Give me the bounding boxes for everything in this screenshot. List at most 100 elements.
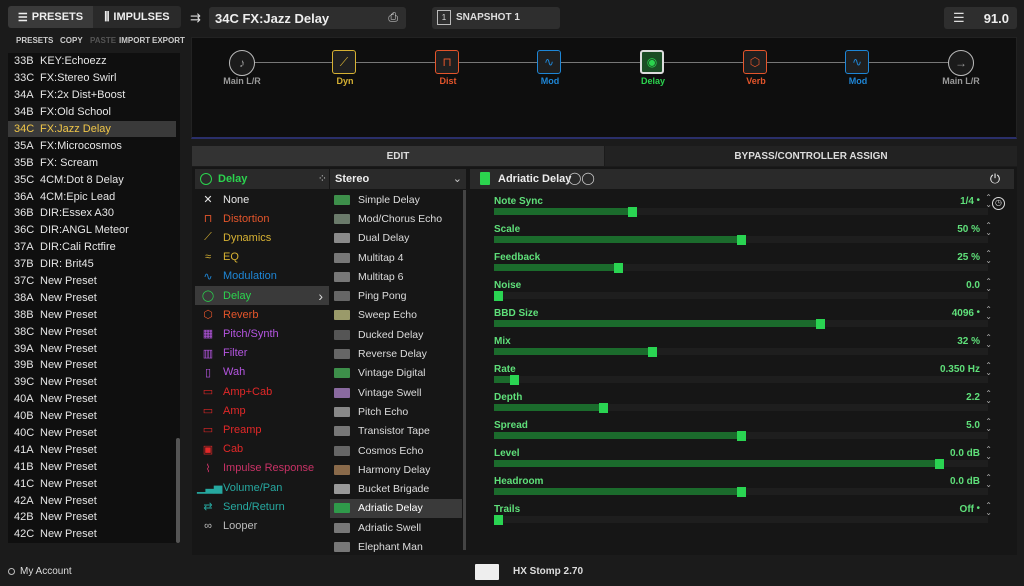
category-amp[interactable]: ▭ Amp [195, 401, 329, 420]
tab-presets[interactable]: ☰ PRESETS [8, 6, 93, 28]
preset-row[interactable]: 40B New Preset [8, 408, 176, 425]
category-eq[interactable]: ≈ EQ [195, 248, 329, 267]
category-preamp[interactable]: ▭ Preamp [195, 420, 329, 439]
slider-knob[interactable] [816, 318, 825, 329]
slider-knob[interactable] [628, 206, 637, 217]
model-item[interactable]: Multitap 6 [330, 267, 462, 286]
param-slider[interactable] [494, 346, 988, 357]
param-slider[interactable] [494, 290, 988, 301]
preset-row[interactable]: 38B New Preset [8, 306, 176, 323]
model-item[interactable]: Vintage Digital [330, 364, 462, 383]
tempo-box[interactable]: ☰ 91.0 [944, 7, 1017, 29]
stepper-icon[interactable]: ⌃ ⌄ [985, 474, 992, 489]
preset-row[interactable]: 34B FX:Old School [8, 104, 176, 121]
param-slider[interactable] [494, 430, 988, 441]
model-item[interactable]: Simple Delay [330, 190, 462, 209]
scroll-thumb[interactable] [176, 438, 180, 543]
model-item[interactable]: Adriatic Delay [330, 498, 462, 519]
preset-row[interactable]: 42A New Preset [8, 492, 176, 509]
copy-button[interactable]: COPY [60, 36, 83, 45]
stepper-icon[interactable]: ⌃ ⌄ [985, 222, 992, 237]
preset-row[interactable]: 33C FX:Stereo Swirl [8, 70, 176, 87]
stepper-icon[interactable]: ⌃ ⌄ [985, 390, 992, 405]
snapshot-selector[interactable]: 1 SNAPSHOT 1 [432, 7, 560, 29]
model-header[interactable]: Stereo ⌄ [330, 169, 466, 189]
preset-name-field[interactable]: 34C FX:Jazz Delay ⎙ [209, 7, 406, 29]
preset-row[interactable]: 37C New Preset [8, 273, 176, 290]
param-spread[interactable]: Spread 5.0 ⌃ ⌄ [494, 418, 992, 448]
slider-knob[interactable] [614, 262, 623, 273]
slider-knob[interactable] [935, 458, 944, 469]
preset-row[interactable]: 33B KEY:Echoezz [8, 53, 176, 70]
category-send-return[interactable]: ⇄ Send/Return [195, 497, 329, 516]
stepper-icon[interactable]: ⌃ ⌄ [985, 306, 992, 321]
param-slider[interactable] [494, 514, 988, 525]
param-scale[interactable]: Scale 50 % ⌃ ⌄ [494, 222, 992, 252]
preset-row[interactable]: 39B New Preset [8, 357, 176, 374]
tab-impulses[interactable]: ⫼ IMPULSES [93, 6, 181, 28]
chain-block-main-l-r[interactable]: ♪ [229, 50, 255, 76]
nav-arrow-icon[interactable]: ⇉ [190, 10, 201, 26]
model-item[interactable]: Cosmos Echo [330, 441, 462, 460]
slider-knob[interactable] [737, 234, 746, 245]
category-none[interactable]: ✕ None [195, 190, 329, 209]
param-slider[interactable] [494, 374, 988, 385]
tab-edit[interactable]: EDIT [192, 146, 604, 166]
preset-row[interactable]: 35C 4CM:Dot 8 Delay [8, 171, 176, 188]
model-item[interactable]: Adriatic Swell [330, 518, 462, 537]
param-slider[interactable] [494, 318, 988, 329]
param-feedback[interactable]: Feedback 25 % ⌃ ⌄ [494, 250, 992, 280]
category-pitch-synth[interactable]: ▦ Pitch/Synth [195, 324, 329, 343]
chain-block-verb[interactable]: ⬡ [743, 50, 767, 74]
chain-block-mod[interactable]: ∿ [537, 50, 561, 74]
param-slider[interactable] [494, 402, 988, 413]
preset-row[interactable]: 37A DIR:Cali Rctfire [8, 239, 176, 256]
param-level[interactable]: Level 0.0 dB ⌃ ⌄ [494, 446, 992, 476]
tab-bypass-controller[interactable]: BYPASS/CONTROLLER ASSIGN [605, 146, 1017, 166]
param-trails[interactable]: • Trails Off ⌃ ⌄ [494, 502, 992, 532]
param-noise[interactable]: Noise 0.0 ⌃ ⌄ [494, 278, 992, 308]
preset-row[interactable]: 40A New Preset [8, 391, 176, 408]
preset-row[interactable]: 38A New Preset [8, 289, 176, 306]
stepper-icon[interactable]: ⌃ ⌄ [985, 194, 992, 209]
param-headroom[interactable]: Headroom 0.0 dB ⌃ ⌄ [494, 474, 992, 504]
preset-row[interactable]: 35A FX:Microcosmos [8, 137, 176, 154]
chain-block-delay[interactable]: ◉ [640, 50, 664, 74]
param-slider[interactable] [494, 234, 988, 245]
model-item[interactable]: Dual Delay [330, 229, 462, 248]
slider-knob[interactable] [648, 346, 657, 357]
model-item[interactable]: Sweep Echo [330, 306, 462, 325]
menu-icon[interactable]: ☰ [953, 10, 965, 26]
chevron-down-icon[interactable]: ⌄ [453, 172, 462, 185]
import-button[interactable]: IMPORT [119, 36, 150, 45]
slider-knob[interactable] [494, 514, 503, 525]
my-account-link[interactable]: My Account [20, 566, 72, 577]
chain-block-main-l-r[interactable]: → [948, 50, 974, 76]
preset-row[interactable]: 34C FX:Jazz Delay [8, 120, 176, 138]
slider-knob[interactable] [599, 402, 608, 413]
grid-icon[interactable]: ⁘ [318, 172, 327, 185]
slider-knob[interactable] [737, 486, 746, 497]
model-item[interactable]: Reverse Delay [330, 344, 462, 363]
preset-row[interactable]: 35B FX: Scream [8, 154, 176, 171]
model-item[interactable]: Harmony Delay [330, 460, 462, 479]
preset-row[interactable]: 41A New Preset [8, 441, 176, 458]
category-reverb[interactable]: ⬡ Reverb [195, 305, 329, 324]
stereo-link-icon[interactable]: ◯◯ [568, 171, 595, 185]
category-dynamics[interactable]: ⟋ Dynamics [195, 228, 329, 247]
chain-block-mod[interactable]: ∿ [845, 50, 869, 74]
model-item[interactable]: Elephant Man [330, 537, 462, 556]
model-item[interactable]: Bucket Brigade [330, 480, 462, 499]
preset-row[interactable]: 41B New Preset [8, 458, 176, 475]
param-depth[interactable]: Depth 2.2 ⌃ ⌄ [494, 390, 992, 420]
slider-knob[interactable] [510, 374, 519, 385]
param-note-sync[interactable]: • Note Sync 1/4 ⌃ ⌄ [494, 194, 992, 224]
chain-block-dyn[interactable]: ⟋ [332, 50, 356, 74]
preset-row[interactable]: 36C DIR:ANGL Meteor [8, 222, 176, 239]
model-item[interactable]: Mod/Chorus Echo [330, 209, 462, 228]
stepper-icon[interactable]: ⌃ ⌄ [985, 502, 992, 517]
preset-scrollbar[interactable] [176, 53, 180, 543]
stepper-icon[interactable]: ⌃ ⌄ [985, 250, 992, 265]
stepper-icon[interactable]: ⌃ ⌄ [985, 446, 992, 461]
paste-button[interactable]: PASTE [90, 36, 116, 45]
